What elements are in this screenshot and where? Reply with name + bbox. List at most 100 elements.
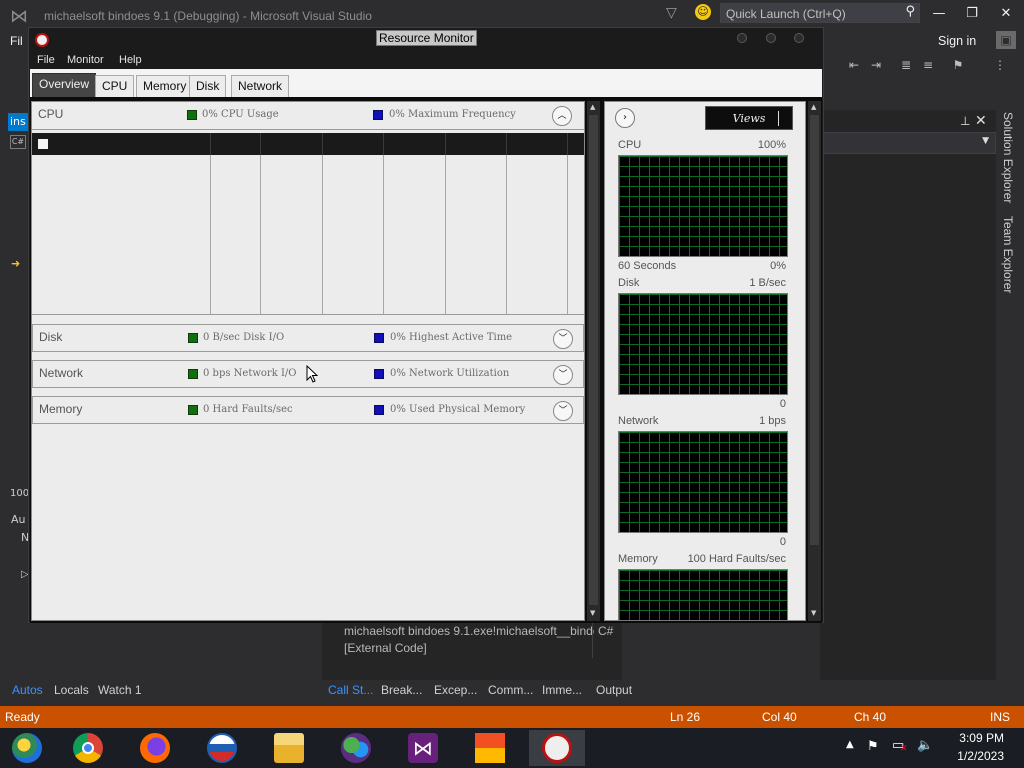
tab-breakpoints[interactable]: Break...	[381, 683, 422, 697]
views-button[interactable]: Views	[705, 106, 793, 130]
taskbar-app[interactable]	[127, 730, 183, 766]
network-graph	[618, 431, 788, 533]
expand-icon[interactable]: ﹀	[553, 401, 573, 421]
memory-graph-max: 100 Hard Faults/sec	[687, 553, 786, 565]
tab-locals[interactable]: Locals	[54, 683, 89, 697]
column-divider[interactable]	[506, 133, 507, 155]
toolbar-bookmark-icon[interactable]: ⚑	[950, 58, 966, 74]
disk-graph	[618, 293, 788, 395]
tab-network[interactable]: Network	[231, 75, 290, 97]
left-scrollbar[interactable]: ▲ ▼	[587, 101, 600, 621]
toolbar-outdent-icon[interactable]: ⇥	[868, 58, 884, 74]
zoom-level[interactable]: 100	[10, 488, 29, 499]
tab-cpu[interactable]: CPU	[95, 75, 135, 97]
sign-in-link[interactable]: Sign in	[938, 34, 976, 48]
minimize-button[interactable]: —	[926, 4, 952, 24]
search-icon[interactable]: ⚲	[905, 4, 915, 19]
tab-overview[interactable]: Overview	[32, 73, 97, 97]
tab-immediate-window[interactable]: Imme...	[542, 683, 582, 697]
scroll-up-icon[interactable]: ▲	[811, 103, 816, 111]
solution-dropdown[interactable]: ▼	[820, 132, 996, 154]
expand-icon[interactable]: ﹀	[553, 329, 573, 349]
taskbar-app[interactable]: ⋈	[395, 730, 451, 766]
taskbar-app[interactable]	[60, 730, 116, 766]
tray-overflow-icon[interactable]: ▲	[846, 739, 854, 750]
taskbar-app[interactable]	[261, 730, 317, 766]
resource-monitor-icon[interactable]	[35, 33, 49, 47]
menu-help[interactable]: Help	[119, 54, 142, 66]
chrome-icon	[73, 733, 103, 763]
taskbar-app[interactable]	[462, 730, 518, 766]
tab-team-explorer[interactable]: Team Explorer	[1001, 216, 1015, 293]
menu-monitor[interactable]: Monitor	[67, 54, 104, 66]
collapse-graphs-icon[interactable]: ›	[615, 108, 635, 128]
column-divider	[445, 155, 446, 314]
menu-file-fragment[interactable]: Fil	[10, 34, 23, 48]
tab-command-window[interactable]: Comm...	[488, 683, 533, 697]
taskbar-app[interactable]	[529, 730, 585, 766]
volume-icon[interactable]: 🔈	[917, 738, 933, 753]
scroll-thumb[interactable]	[589, 115, 598, 605]
current-statement-arrow-icon: ➜	[11, 257, 21, 270]
menu-file[interactable]: File	[37, 54, 55, 66]
tab-exception-settings[interactable]: Excep...	[434, 683, 477, 697]
scroll-down-icon[interactable]: ▼	[590, 609, 595, 617]
scroll-thumb[interactable]	[810, 115, 819, 545]
network-graph-label: Network	[618, 415, 659, 427]
tab-autos[interactable]: Autos	[12, 683, 43, 697]
taskbar-app[interactable]	[194, 730, 250, 766]
blue-legend-icon	[374, 369, 384, 379]
right-scrollbar[interactable]: ▲ ▼	[808, 101, 821, 621]
select-all-checkbox[interactable]	[38, 139, 48, 149]
views-label: Views	[732, 112, 766, 125]
menu-bar	[30, 52, 822, 69]
pin-icon[interactable]: ⊥	[960, 114, 970, 128]
tab-call-stack[interactable]: Call St...	[328, 683, 373, 697]
column-divider[interactable]	[383, 133, 384, 155]
close-button[interactable]: ✕	[993, 4, 1019, 24]
panel-close-icon[interactable]: ✕	[975, 113, 987, 129]
account-icon[interactable]: ▣	[996, 31, 1016, 49]
quick-launch-input[interactable]: Quick Launch (Ctrl+Q) ⚲	[720, 3, 920, 23]
cpu-graph	[618, 155, 788, 257]
column-divider[interactable]	[567, 133, 568, 155]
call-stack-row[interactable]: michaelsoft bindoes 9.1.exe!michaelsoft_…	[344, 624, 594, 638]
toolbar-overflow-icon[interactable]: ⋮	[992, 58, 1008, 74]
taskbar-app[interactable]	[328, 730, 384, 766]
expand-icon[interactable]: ﹀	[553, 365, 573, 385]
close-button[interactable]	[794, 33, 804, 43]
start-button[interactable]	[4, 730, 50, 766]
scroll-up-icon[interactable]: ▲	[590, 103, 595, 111]
column-divider[interactable]	[445, 133, 446, 155]
disk-section-header[interactable]: Disk 0 B/sec Disk I/O 0% Highest Active …	[32, 324, 584, 352]
minimize-button[interactable]	[737, 33, 747, 43]
tab-disk[interactable]: Disk	[189, 75, 227, 97]
scroll-down-icon[interactable]: ▼	[811, 609, 816, 617]
toolbar-uncomment-icon[interactable]: ≡	[920, 58, 936, 74]
disk-graph-min: 0	[779, 398, 786, 410]
document-tab-fragment[interactable]: ins	[8, 113, 30, 131]
clock-time[interactable]: 3:09 PM	[952, 731, 1004, 745]
action-center-flag-icon[interactable]: ⚑	[867, 739, 879, 754]
tab-memory[interactable]: Memory	[136, 75, 194, 97]
cpu-section-header[interactable]: CPU 0% CPU Usage 0% Maximum Frequency ︿	[32, 102, 584, 130]
column-divider[interactable]	[210, 133, 211, 155]
toolbar-comment-icon[interactable]: ≣	[898, 58, 914, 74]
feedback-smiley-icon[interactable]: ☺	[695, 4, 711, 20]
visual-studio-icon: ⋈	[408, 733, 438, 763]
column-divider[interactable]	[260, 133, 261, 155]
column-divider[interactable]	[322, 133, 323, 155]
collapse-icon[interactable]: ︿	[552, 106, 572, 126]
toolbar-indent-icon[interactable]: ⇤	[846, 58, 862, 74]
notification-filter-icon[interactable]: ▽	[666, 5, 677, 21]
memory-section-header[interactable]: Memory 0 Hard Faults/sec 0% Used Physica…	[32, 396, 584, 424]
vs-window-title: michaelsoft bindoes 9.1 (Debugging) - Mi…	[44, 9, 372, 23]
clock-date[interactable]: 1/2/2023	[944, 749, 1004, 763]
call-stack-row[interactable]: [External Code]	[344, 641, 427, 655]
maximize-button[interactable]	[766, 33, 776, 43]
tab-output[interactable]: Output	[596, 683, 632, 697]
restore-button[interactable]: ❐	[959, 4, 985, 24]
disk-active-time-stat: 0% Highest Active Time	[390, 332, 513, 343]
tab-watch-1[interactable]: Watch 1	[98, 683, 142, 697]
tab-solution-explorer[interactable]: Solution Explorer	[1001, 112, 1015, 203]
